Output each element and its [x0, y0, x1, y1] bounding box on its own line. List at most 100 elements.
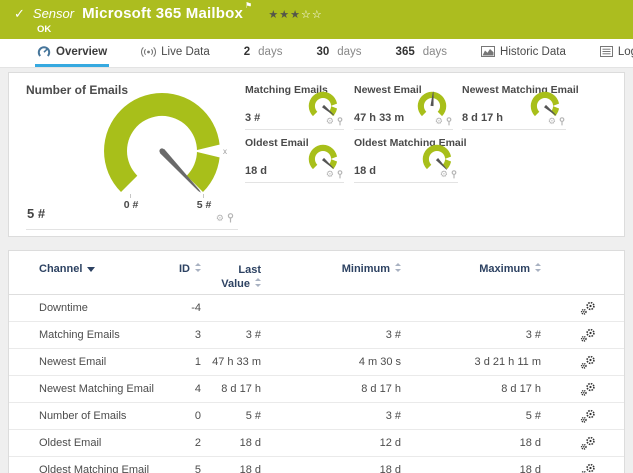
mini-gauge-title: Newest Email: [354, 84, 422, 96]
tab-2-days-word: days: [258, 45, 283, 58]
cell-minimum: 4 m 30 s: [358, 356, 401, 368]
cell-id: 4: [194, 383, 201, 395]
flag-icon[interactable]: ⚑: [245, 1, 252, 10]
column-header-last-line2: Value: [221, 278, 250, 291]
gauge-arc: [104, 93, 220, 192]
cell-last-value: 18 d: [239, 437, 261, 449]
cell-maximum: 3 d 21 h 11 m: [474, 356, 541, 368]
mini-gauge-newest-matching-email[interactable]: Newest Matching Email 8 d 17 h ⚙: [462, 84, 579, 130]
tab-bar: Overview Live Data 2 days 30 days 365 da…: [0, 39, 633, 68]
sensor-title-text: Microsoft 365 Mailbox: [82, 5, 244, 22]
pin-icon[interactable]: [559, 117, 565, 126]
pin-icon[interactable]: [227, 213, 234, 223]
cell-last-value: 47 h 33 m: [212, 356, 261, 368]
table-row: Newest Email 1 47 h 33 m 4 m 30 s 3 d 21…: [9, 349, 624, 376]
area-chart-icon: [481, 46, 496, 57]
tab-overview-label: Overview: [56, 45, 108, 58]
mini-gauge-matching-emails[interactable]: Matching Emails 3 # ⚙: [245, 84, 344, 130]
mini-gauge-value: 8 d 17 h: [462, 112, 503, 124]
sort-icon: [194, 263, 201, 272]
tab-30-days-word: days: [337, 45, 362, 58]
column-header-last-value[interactable]: Last Value: [201, 263, 261, 292]
channel-settings-gears-icon[interactable]: [580, 436, 596, 451]
channel-settings-gears-icon[interactable]: [580, 463, 596, 473]
mini-gauge-newest-email[interactable]: Newest Email 47 h 33 m ⚙: [354, 84, 453, 130]
cell-id: -4: [191, 302, 201, 314]
cell-last-value: 8 d 17 h: [221, 383, 261, 395]
sort-icon: [534, 263, 541, 272]
gauge-settings-icon[interactable]: ⚙: [548, 117, 556, 126]
tab-30-days-number: 30: [316, 45, 330, 58]
cell-maximum: 3 #: [525, 329, 541, 341]
cell-id: 1: [194, 356, 201, 368]
main-gauge-panel[interactable]: Number of Emails x 0 # 5 # 5 # ⚙: [26, 83, 238, 230]
cell-maximum: 18 d: [519, 437, 541, 449]
tab-365-days-number: 365: [395, 45, 415, 58]
pin-icon[interactable]: [451, 170, 457, 179]
tab-2-days[interactable]: 2 days: [242, 39, 285, 67]
log-list-icon: [599, 46, 613, 57]
mini-gauge-value: 18 d: [354, 165, 377, 177]
tab-2-days-number: 2: [243, 45, 251, 58]
tab-30-days[interactable]: 30 days: [314, 39, 363, 67]
tab-historic-data[interactable]: Historic Data: [479, 39, 568, 67]
channel-settings-gears-icon[interactable]: [580, 409, 596, 424]
live-signal-icon: [141, 46, 157, 58]
channel-settings-gears-icon[interactable]: [580, 355, 596, 370]
gauge-settings-icon[interactable]: ⚙: [326, 117, 334, 126]
pin-icon[interactable]: [337, 117, 343, 126]
channel-settings-gears-icon[interactable]: [580, 328, 596, 343]
pin-icon[interactable]: [337, 170, 343, 179]
gauge-settings-icon[interactable]: ⚙: [435, 117, 443, 126]
cell-last-value: 5 #: [245, 410, 261, 422]
tab-live-data[interactable]: Live Data: [139, 39, 212, 67]
cell-channel: Downtime: [39, 302, 88, 314]
mini-gauge-oldest-email[interactable]: Oldest Email 18 d ⚙: [245, 137, 344, 183]
mini-gauge-corner-icons: ⚙: [440, 170, 457, 179]
tab-log[interactable]: Log: [598, 39, 633, 67]
stars-empty[interactable]: ☆☆: [301, 9, 323, 21]
tab-overview[interactable]: Overview: [35, 39, 110, 67]
column-header-id[interactable]: ID: [179, 263, 201, 275]
stars-filled[interactable]: ★★★: [268, 9, 301, 21]
table-row: Oldest Email 2 18 d 12 d 18 d: [9, 430, 624, 457]
channel-table: Channel ID Last Value Minimum Maximum Dow…: [9, 251, 624, 473]
mini-gauge-title: Oldest Email: [245, 137, 309, 149]
column-header-id-label: ID: [179, 263, 190, 275]
cell-id: 3: [194, 329, 201, 341]
cell-minimum: 18 d: [379, 464, 401, 473]
cell-channel: Newest Email: [39, 356, 107, 368]
sort-icon: [254, 278, 261, 288]
gauge-settings-icon[interactable]: ⚙: [216, 213, 224, 223]
cell-maximum: 18 d: [519, 464, 541, 473]
cell-maximum: 5 #: [525, 410, 541, 422]
channel-settings-gears-icon[interactable]: [580, 382, 596, 397]
mini-gauge-corner-icons: ⚙: [326, 170, 343, 179]
column-header-maximum[interactable]: Maximum: [401, 263, 541, 275]
cell-minimum: 12 d: [379, 437, 401, 449]
cell-id: 2: [194, 437, 201, 449]
priority-stars[interactable]: ★★★☆☆: [268, 8, 322, 21]
tab-365-days[interactable]: 365 days: [394, 39, 449, 67]
scale-tick-min: [130, 194, 131, 198]
gauge-scale-min: 0 #: [123, 199, 139, 211]
mini-gauge-oldest-matching-email[interactable]: Oldest Matching Email 18 d ⚙: [354, 137, 467, 183]
gauge-settings-icon[interactable]: ⚙: [440, 170, 448, 179]
column-header-maximum-label: Maximum: [479, 263, 530, 275]
pin-icon[interactable]: [446, 117, 452, 126]
table-row: Matching Emails 3 3 # 3 # 3 #: [9, 322, 624, 349]
main-gauge-value: 5 #: [27, 206, 46, 221]
table-row: Newest Matching Email 4 8 d 17 h 8 d 17 …: [9, 376, 624, 403]
page-title: Microsoft 365 Mailbox ⚑: [82, 1, 252, 22]
gauge-icon: [37, 45, 51, 58]
sort-desc-icon: [87, 266, 96, 272]
channel-settings-gears-icon[interactable]: [580, 301, 596, 316]
channel-table-card: Channel ID Last Value Minimum Maximum Dow…: [8, 250, 625, 473]
gauge-settings-icon[interactable]: ⚙: [326, 170, 334, 179]
gauge-limit-marker: x: [223, 147, 227, 156]
column-header-channel[interactable]: Channel: [39, 263, 179, 275]
column-header-last-line1: Last: [238, 264, 261, 276]
cell-last-value: 18 d: [239, 464, 261, 473]
column-header-minimum[interactable]: Minimum: [261, 263, 401, 275]
gauges-card: Number of Emails x 0 # 5 # 5 # ⚙ Matchin…: [8, 72, 625, 237]
